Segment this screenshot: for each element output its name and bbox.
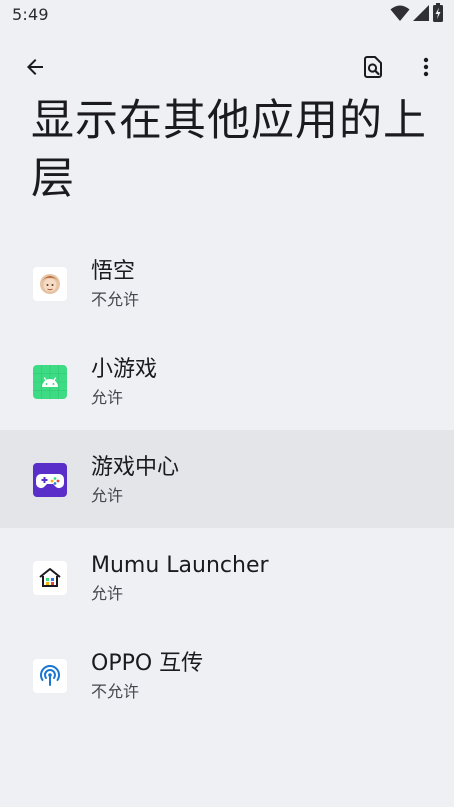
status-icons — [390, 3, 444, 27]
app-permission-status: 不允许 — [91, 290, 140, 309]
toolbar — [0, 40, 454, 92]
more-options-button[interactable] — [405, 46, 447, 88]
wireless-share-icon — [33, 659, 67, 693]
app-name: 游戏中心 — [91, 455, 180, 480]
back-button[interactable] — [14, 46, 56, 88]
list-item-game-center[interactable]: 游戏中心 允许 — [0, 430, 454, 528]
home-launcher-icon — [33, 561, 67, 595]
app-permission-status: 允许 — [91, 388, 124, 407]
arrow-back-icon — [27, 59, 43, 75]
app-list: 悟空 不允许 小游戏 允许 游戏中心 允许 Mumu Launcher 允许 O… — [0, 234, 454, 724]
search-settings-button[interactable] — [352, 46, 394, 88]
app-name: OPPO 互传 — [91, 651, 204, 676]
list-item-wukong[interactable]: 悟空 不允许 — [0, 234, 454, 332]
list-item-mini-games[interactable]: 小游戏 允许 — [0, 332, 454, 430]
status-bar: 5:49 — [0, 0, 454, 32]
page-title: 显示在其他应用的上层 — [31, 96, 427, 204]
signal-icon — [412, 4, 430, 26]
wifi-icon — [390, 4, 410, 26]
search-settings-icon — [364, 56, 382, 78]
app-permission-status: 不允许 — [91, 682, 140, 701]
android-app-icon — [33, 365, 67, 399]
app-name: 小游戏 — [91, 357, 158, 382]
battery-charging-icon — [432, 3, 444, 27]
app-permission-status: 允许 — [91, 486, 124, 505]
more-vert-icon — [423, 57, 429, 77]
app-name: Mumu Launcher — [91, 553, 269, 578]
list-item-mumu-launcher[interactable]: Mumu Launcher 允许 — [0, 528, 454, 626]
list-item-oppo-share[interactable]: OPPO 互传 不允许 — [0, 626, 454, 724]
app-permission-status: 允许 — [91, 584, 124, 603]
wukong-app-icon — [33, 267, 67, 301]
status-time: 5:49 — [12, 5, 49, 24]
gamepad-app-icon — [33, 463, 67, 497]
app-name: 悟空 — [91, 259, 136, 284]
